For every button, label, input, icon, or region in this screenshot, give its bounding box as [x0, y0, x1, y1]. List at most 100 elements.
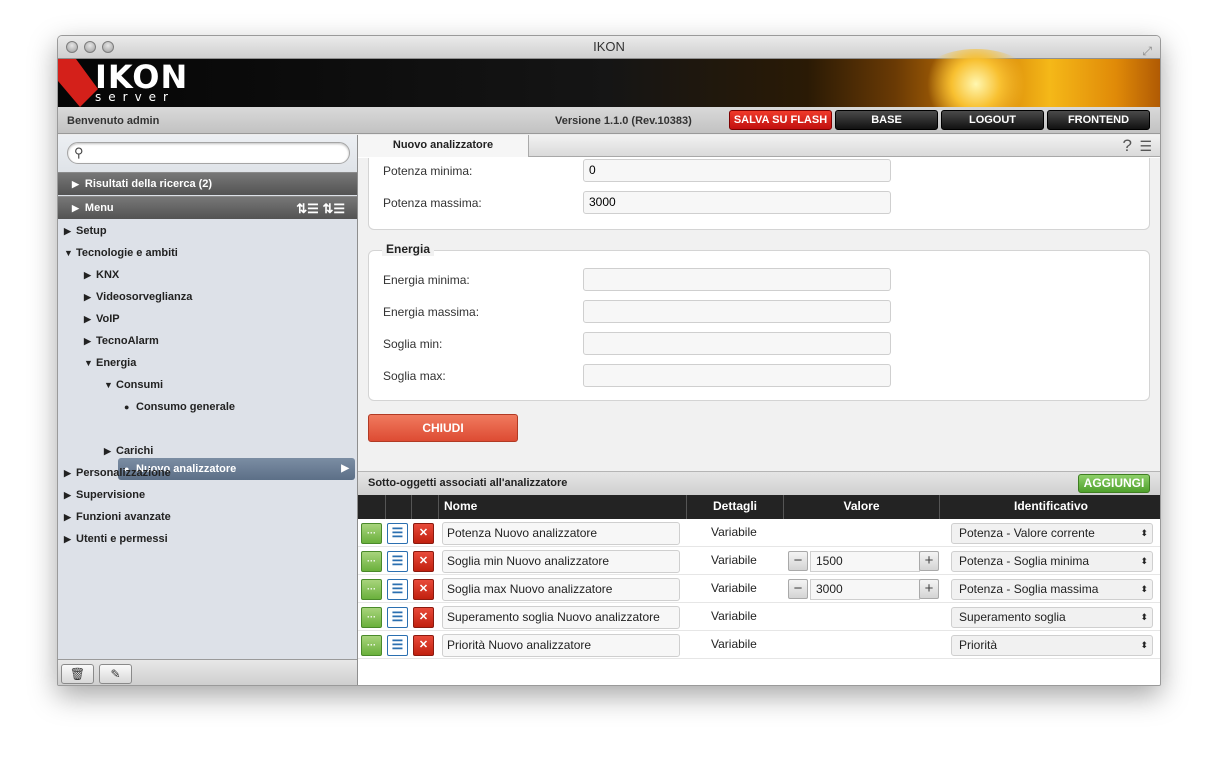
row-value-field[interactable]: 3000	[810, 579, 920, 600]
delete-row-button[interactable]: ✕	[413, 579, 434, 600]
increment-button[interactable]: +	[919, 551, 939, 571]
minimize-window-button[interactable]	[84, 41, 96, 53]
version-text: Versione 1.1.0 (Rev.10383)	[555, 115, 692, 127]
increment-button[interactable]: +	[919, 579, 939, 599]
tree-item-videosorveglianza[interactable]: ▶ Videosorveglianza	[84, 287, 192, 307]
row-ident-select[interactable]: Potenza - Valore corrente ⬍	[951, 523, 1153, 544]
delete-row-button[interactable]: ✕	[413, 635, 434, 656]
tree-item-tecnoalarm[interactable]: ▶ TecnoAlarm	[84, 331, 159, 351]
potenza-max-field[interactable]: 3000	[583, 191, 891, 214]
edit-row-button[interactable]: ···	[361, 579, 382, 600]
collapsed-arrow-icon: ▶	[84, 314, 91, 324]
logout-button[interactable]: LOGOUT	[941, 110, 1044, 130]
soglia-max-field[interactable]	[583, 364, 891, 387]
zoom-window-button[interactable]	[102, 41, 114, 53]
search-input[interactable]	[67, 142, 350, 164]
sidebar: ⚲ ▶ Risultati della ricerca (2) ▶ Menu ⇅☰ ⇅…	[58, 135, 358, 685]
col-nome[interactable]: Nome	[438, 495, 686, 519]
select-arrows-icon: ⬍	[1140, 528, 1148, 538]
tree-item-knx[interactable]: ▶ KNX	[84, 265, 119, 285]
tree-item-utenti[interactable]: ▶ Utenti e permessi	[64, 529, 168, 549]
row-value-field[interactable]: 1500	[810, 551, 920, 572]
edit-row-button[interactable]: ···	[361, 551, 382, 572]
close-window-button[interactable]	[66, 41, 78, 53]
delete-row-button[interactable]: ✕	[413, 523, 434, 544]
row-name-field[interactable]: Soglia max Nuovo analizzatore	[442, 578, 680, 601]
edit-row-button[interactable]: ···	[361, 635, 382, 656]
list-row-button[interactable]: ☰	[387, 579, 408, 600]
expanded-arrow-icon: ▼	[64, 248, 73, 258]
tree-item-energia[interactable]: ▼ Energia	[84, 353, 136, 373]
base-button[interactable]: BASE	[835, 110, 938, 130]
select-arrows-icon: ⬍	[1140, 584, 1148, 594]
energia-max-field[interactable]	[583, 300, 891, 323]
row-ident-select[interactable]: Superamento soglia ⬍	[951, 607, 1153, 628]
list-icon: ☰	[391, 581, 404, 596]
edit-row-button[interactable]: ···	[361, 523, 382, 544]
logo-mark	[58, 59, 98, 107]
list-icon[interactable]: ☰	[1139, 135, 1152, 157]
search-icon: ⚲	[74, 145, 84, 160]
table-header: Nome Dettagli Valore Identificativo	[358, 495, 1160, 519]
help-icon[interactable]: ?	[1123, 135, 1132, 157]
header-banner: IKON server	[58, 49, 1160, 119]
tree-item-voip[interactable]: ▶ VoIP	[84, 309, 120, 329]
col-identificativo[interactable]: Identificativo	[939, 495, 1160, 519]
collapsed-arrow-icon: ▶	[84, 292, 91, 302]
potenza-min-field[interactable]: 0	[583, 159, 891, 182]
close-button[interactable]: CHIUDI	[368, 414, 518, 442]
tree-item-supervisione[interactable]: ▶ Supervisione	[64, 485, 145, 505]
col-dettagli[interactable]: Dettagli	[686, 495, 783, 519]
tab-nuovo-analizzatore[interactable]: Nuovo analizzatore	[358, 135, 529, 157]
energia-min-label: Energia minima:	[383, 273, 470, 287]
row-ident-select[interactable]: Potenza - Soglia massima ⬍	[951, 579, 1153, 600]
row-name-field[interactable]: Priorità Nuovo analizzatore	[442, 634, 680, 657]
soglia-min-field[interactable]	[583, 332, 891, 355]
list-row-button[interactable]: ☰	[387, 551, 408, 572]
col-valore[interactable]: Valore	[783, 495, 939, 519]
menu-header[interactable]: ▶ Menu ⇅☰ ⇅☰	[58, 196, 357, 219]
list-row-button[interactable]: ☰	[387, 635, 408, 656]
list-row-button[interactable]: ☰	[387, 607, 408, 628]
list-icon: ☰	[391, 609, 404, 624]
tree-item-tecnologie[interactable]: ▼ Tecnologie e ambiti	[64, 243, 178, 263]
app-window: IKON ⤢ IKON server Benvenuto admin Versi…	[57, 35, 1161, 686]
tree-item-setup[interactable]: ▶ Setup	[64, 221, 107, 241]
col-edit	[358, 495, 385, 519]
logo-text: IKON	[95, 58, 189, 96]
tree-item-funzioni-avanzate[interactable]: ▶ Funzioni avanzate	[64, 507, 171, 527]
search-results-header[interactable]: ▶ Risultati della ricerca (2)	[58, 172, 357, 195]
tree-item-carichi[interactable]: ▶ Carichi	[104, 441, 153, 461]
row-ident-select[interactable]: Potenza - Soglia minima ⬍	[951, 551, 1153, 572]
decrement-button[interactable]: −	[788, 551, 808, 571]
delete-row-button[interactable]: ✕	[413, 551, 434, 572]
row-details: Variabile	[711, 609, 757, 623]
bullet-icon: ●	[124, 402, 130, 412]
edit-button[interactable]: ✎	[99, 664, 132, 684]
row-name-field[interactable]: Potenza Nuovo analizzatore	[442, 522, 680, 545]
row-ident-select[interactable]: Priorità ⬍	[951, 635, 1153, 656]
search-area: ⚲	[58, 135, 357, 172]
delete-icon: ✕	[418, 611, 429, 623]
list-icon: ☰	[391, 637, 404, 652]
menu-label: Menu	[84, 202, 114, 214]
tree-item-consumi[interactable]: ▼ Consumi	[104, 375, 163, 395]
edit-row-button[interactable]: ···	[361, 607, 382, 628]
decrement-button[interactable]: −	[788, 579, 808, 599]
row-name-field[interactable]: Soglia min Nuovo analizzatore	[442, 550, 680, 573]
tree-item-consumo-generale[interactable]: ● Consumo generale	[124, 397, 235, 417]
row-name-field[interactable]: Superamento soglia Nuovo analizzatore	[442, 606, 680, 629]
delete-row-button[interactable]: ✕	[413, 607, 434, 628]
add-button[interactable]: AGGIUNGI	[1078, 474, 1150, 493]
list-row-button[interactable]: ☰	[387, 523, 408, 544]
save-flash-button[interactable]: SALVA SU FLASH	[729, 110, 832, 130]
window-title: IKON	[593, 39, 625, 54]
sidebar-footer: 🗑 ✎	[58, 659, 357, 685]
sort-icons[interactable]: ⇅☰ ⇅☰	[296, 197, 345, 220]
analyzer-form: Potenza minima: 0 Potenza massima: 3000 …	[358, 158, 1160, 471]
tree-item-personalizzazione[interactable]: ▶ Personalizzazione	[64, 463, 171, 483]
frontend-button[interactable]: FRONTEND	[1047, 110, 1150, 130]
energia-min-field[interactable]	[583, 268, 891, 291]
expanded-arrow-icon: ▼	[104, 380, 113, 390]
trash-button[interactable]: 🗑	[61, 664, 94, 684]
